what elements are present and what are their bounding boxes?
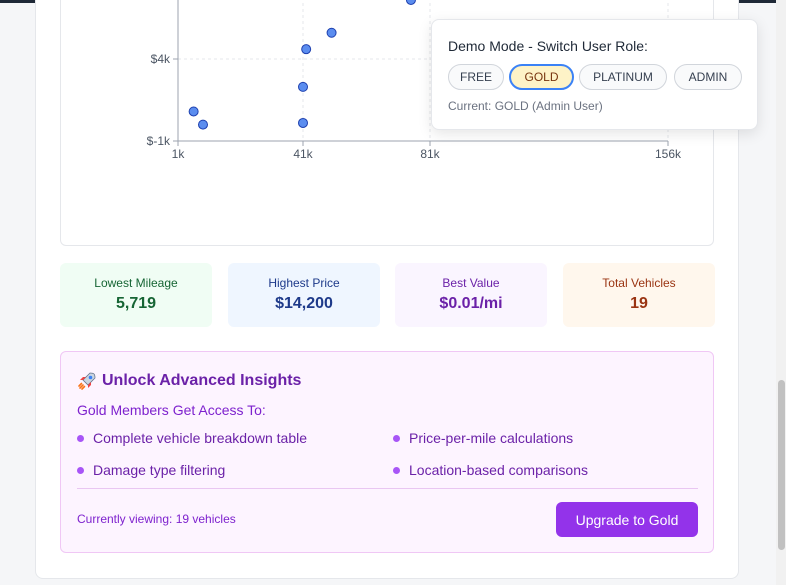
upsell-title: Unlock Advanced Insights [77,371,301,391]
x-tick-label: 41k [293,147,313,161]
bullet-icon [77,466,84,474]
bullet-icon [393,434,400,442]
stat-value: 19 [630,295,648,312]
upsell-subtitle: Gold Members Get Access To: [77,402,266,418]
bullet-icon [393,466,400,474]
scatter-point [188,106,199,117]
scatter-point [298,81,308,92]
role-button-admin[interactable]: ADMIN [674,64,742,90]
x-tick-label: 156k [655,147,682,161]
role-switcher-popover: Demo Mode - Switch User Role: FREE GOLD … [431,19,758,130]
upgrade-to-gold-button[interactable]: Upgrade to Gold [556,502,698,537]
x-tick-label: 1k [172,147,186,161]
vehicle-count-text: Currently viewing: 19 vehicles [77,512,236,526]
stat-value: 5,719 [115,295,157,312]
role-button-gold[interactable]: GOLD [509,64,574,90]
stat-card-lowest-mileage: Lowest Mileage 5,719 [60,263,212,327]
upsell-card: Unlock Advanced Insights Gold Members Ge… [60,351,714,553]
current-role-value: GOLD [494,99,529,113]
current-role-text: Current: GOLD (Admin User) [448,99,603,113]
role-switcher-title: Demo Mode - Switch User Role: [448,38,648,54]
stat-label: Best Value [442,276,500,290]
upsell-divider [77,488,698,489]
feature-text: Price-per-mile calculations [409,430,574,446]
scatter-point [405,0,416,5]
scatter-point [326,27,337,38]
feature-item: Damage type filtering [77,462,225,478]
scatter-point [301,44,312,55]
data-points [188,0,416,130]
rocket-icon [78,372,96,390]
feature-text: Complete vehicle breakdown table [93,430,308,446]
stat-value: $0.01/mi [439,295,503,312]
current-role-suffix: (Admin User) [528,99,603,113]
role-button-free[interactable]: FREE [448,64,504,90]
feature-item: Complete vehicle breakdown table [77,430,307,446]
scatter-point [298,117,308,128]
x-tick-label: 81k [420,147,440,161]
stat-card-highest-price: Highest Price $14,200 [228,263,380,327]
current-role-prefix: Current: [448,99,495,113]
stat-card-total-vehicles: Total Vehicles 19 [563,263,715,327]
stat-label: Total Vehicles [602,276,676,290]
bullet-icon [77,434,84,442]
stat-label: Lowest Mileage [94,276,178,290]
feature-item: Price-per-mile calculations [393,430,573,446]
feature-text: Location-based comparisons [409,462,588,478]
y-tick-label: $-1k [147,134,171,148]
stat-card-best-value: Best Value $0.01/mi [395,263,547,327]
scatter-point [198,119,208,130]
feature-text: Damage type filtering [93,462,226,478]
stat-value: $14,200 [275,295,333,312]
upsell-title-text: Unlock Advanced Insights [102,372,302,389]
stat-label: Highest Price [268,276,340,290]
role-button-platinum[interactable]: PLATINUM [579,64,667,90]
feature-item: Location-based comparisons [393,462,588,478]
y-tick-label: $4k [151,52,171,66]
scrollbar-thumb[interactable] [778,380,785,550]
